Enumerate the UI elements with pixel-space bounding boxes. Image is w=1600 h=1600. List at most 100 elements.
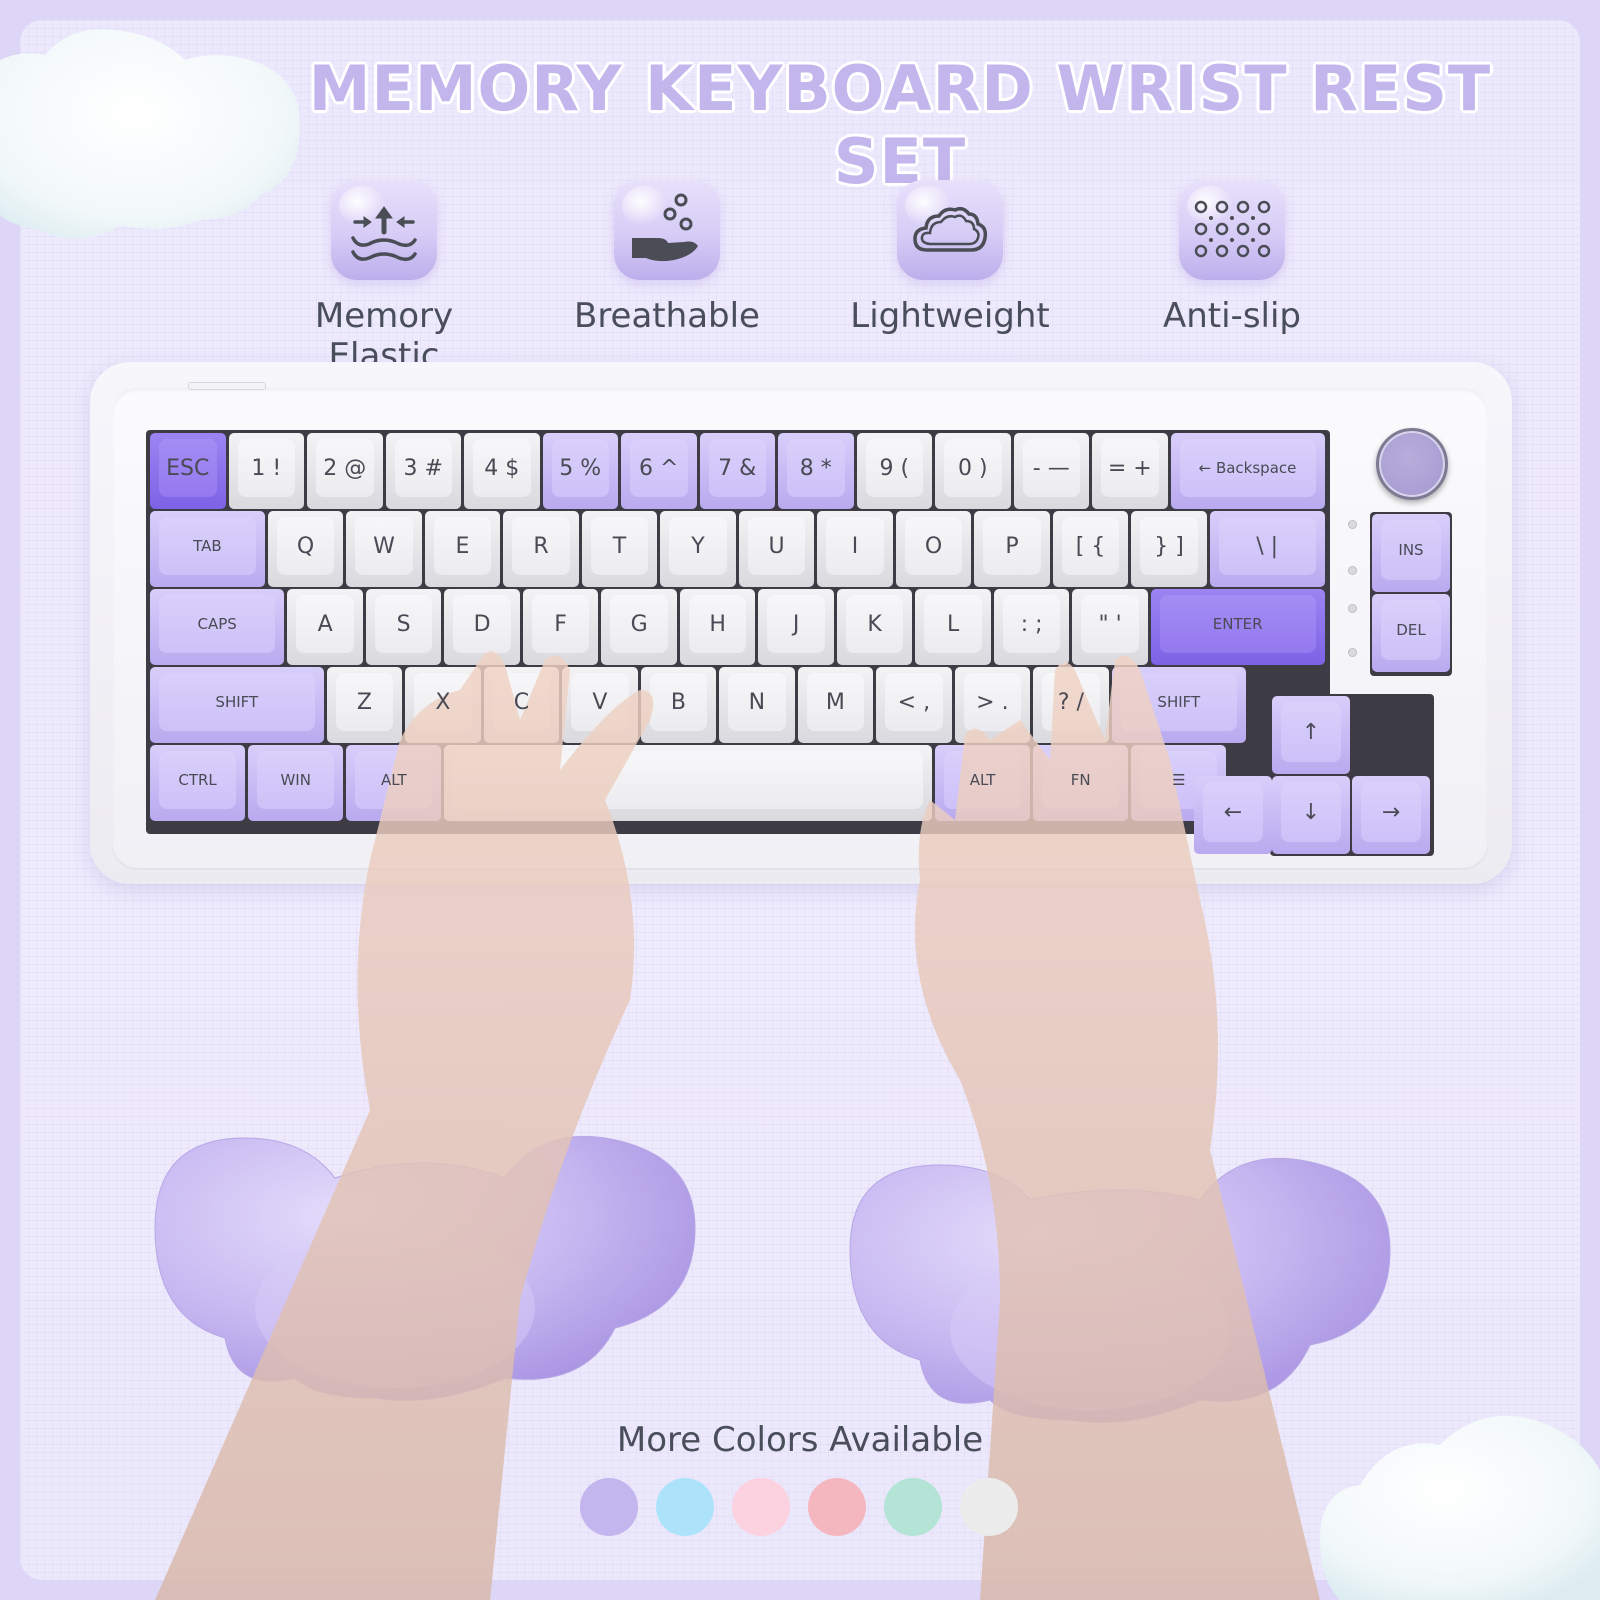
key[interactable]: - —	[1013, 433, 1089, 509]
color-swatch-mint[interactable]	[884, 1478, 942, 1536]
key[interactable]: 4 $	[464, 433, 540, 509]
key[interactable]: G	[601, 589, 677, 665]
page-title: MEMORY KEYBOARD WRIST REST SET	[308, 52, 1492, 198]
color-swatch-blue[interactable]	[656, 1478, 714, 1536]
key[interactable]: U	[738, 511, 815, 587]
key[interactable]: ← Backspace	[1170, 433, 1325, 509]
key[interactable]: S	[365, 589, 442, 665]
key-label: ESC	[166, 455, 210, 481]
key[interactable]: ESC	[150, 433, 226, 509]
key[interactable]: \ |	[1209, 511, 1325, 587]
key[interactable]: INS	[1372, 514, 1450, 592]
color-swatch-coral[interactable]	[808, 1478, 866, 1536]
key[interactable]: 7 &	[699, 433, 775, 509]
key-label: ↓	[1301, 799, 1321, 825]
key[interactable]: R	[503, 511, 579, 587]
key[interactable]: } ]	[1131, 511, 1207, 587]
key[interactable]: TAB	[150, 511, 265, 587]
color-swatch-pink[interactable]	[732, 1478, 790, 1536]
key[interactable]: W	[346, 511, 422, 587]
key-label: > .	[976, 689, 1009, 715]
key[interactable]: 1 !	[228, 433, 304, 509]
key-label: ☰	[1172, 771, 1186, 789]
key[interactable]: CAPS	[150, 589, 285, 665]
key[interactable]: K	[836, 589, 913, 665]
key[interactable]: Q	[267, 511, 344, 587]
key[interactable]: < ,	[876, 667, 952, 743]
volume-knob[interactable]	[1376, 428, 1448, 500]
key[interactable]: CTRL	[150, 745, 246, 821]
key[interactable]: Z	[326, 667, 403, 743]
key[interactable]: ? /	[1033, 667, 1109, 743]
key-label: ALT	[380, 771, 407, 789]
key[interactable]: V	[562, 667, 638, 743]
key[interactable]: A	[287, 589, 363, 665]
feature-icon-tile	[614, 180, 720, 280]
key[interactable]: ←	[1194, 776, 1272, 854]
key[interactable]: 0 )	[935, 433, 1011, 509]
key[interactable]: T	[581, 511, 658, 587]
key-label: [ {	[1075, 533, 1106, 559]
key[interactable]: 9 (	[856, 433, 932, 509]
key[interactable]: 5 %	[542, 433, 618, 509]
key[interactable]: X	[405, 667, 481, 743]
keyboard-switch-slot	[188, 382, 266, 390]
key[interactable]: DEL	[1372, 594, 1450, 672]
key[interactable]: 6 ^	[621, 433, 697, 509]
feature-icon-tile	[1179, 180, 1285, 280]
key[interactable]: D	[444, 589, 520, 665]
key[interactable]: ENTER	[1150, 589, 1325, 665]
key-label: ? /	[1057, 689, 1084, 715]
key[interactable]: 2 @	[307, 433, 383, 509]
key[interactable]: ALT	[935, 745, 1031, 821]
key-label: ← Backspace	[1198, 459, 1297, 477]
key-label: X	[435, 689, 451, 715]
key[interactable]: " '	[1072, 589, 1148, 665]
key-label: T	[612, 533, 627, 559]
key-label: DEL	[1396, 621, 1426, 639]
key[interactable]: →	[1352, 776, 1430, 854]
key-label: 4 $	[484, 455, 520, 481]
key[interactable]: J	[758, 589, 834, 665]
key[interactable]: [ {	[1052, 511, 1129, 587]
key[interactable]: H	[679, 589, 756, 665]
indicator-led	[1348, 566, 1357, 575]
key[interactable]: > .	[954, 667, 1031, 743]
key[interactable]: = +	[1092, 433, 1168, 509]
key-label: SHIFT	[1157, 693, 1201, 711]
key[interactable]: B	[640, 667, 717, 743]
color-swatch-purple[interactable]	[580, 1478, 638, 1536]
key[interactable]: F	[522, 589, 599, 665]
key[interactable]: : ;	[993, 589, 1070, 665]
key[interactable]: O	[895, 511, 972, 587]
key[interactable]: 3 #	[385, 433, 461, 509]
key[interactable]: ALT	[346, 745, 442, 821]
feature-anti-slip: Anti-slip	[1102, 180, 1362, 336]
key[interactable]: C	[483, 667, 560, 743]
key[interactable]: I	[817, 511, 893, 587]
key[interactable]: FN	[1033, 745, 1129, 821]
key[interactable]: P	[974, 511, 1050, 587]
key-label: V	[592, 689, 608, 715]
color-swatch-white[interactable]	[960, 1478, 1018, 1536]
key-label: C	[513, 689, 530, 715]
key[interactable]	[444, 745, 932, 821]
key-label: 6 ^	[639, 455, 679, 481]
feature-lightweight: Lightweight	[820, 180, 1080, 336]
key[interactable]: SHIFT	[1111, 667, 1246, 743]
key[interactable]: N	[719, 667, 795, 743]
key[interactable]: WIN	[248, 745, 344, 821]
key[interactable]: Y	[660, 511, 736, 587]
wrist-rest-left	[154, 1135, 696, 1401]
color-swatches	[580, 1478, 1018, 1538]
key[interactable]: ↑	[1272, 696, 1350, 774]
key[interactable]: SHIFT	[150, 667, 324, 743]
key[interactable]: 8 *	[778, 433, 854, 509]
indicator-led	[1348, 520, 1357, 529]
key-label: D	[473, 611, 491, 637]
key[interactable]: L	[915, 589, 991, 665]
key-label: - —	[1032, 455, 1070, 481]
key[interactable]: E	[424, 511, 501, 587]
key[interactable]: ↓	[1272, 776, 1350, 854]
key[interactable]: M	[797, 667, 874, 743]
